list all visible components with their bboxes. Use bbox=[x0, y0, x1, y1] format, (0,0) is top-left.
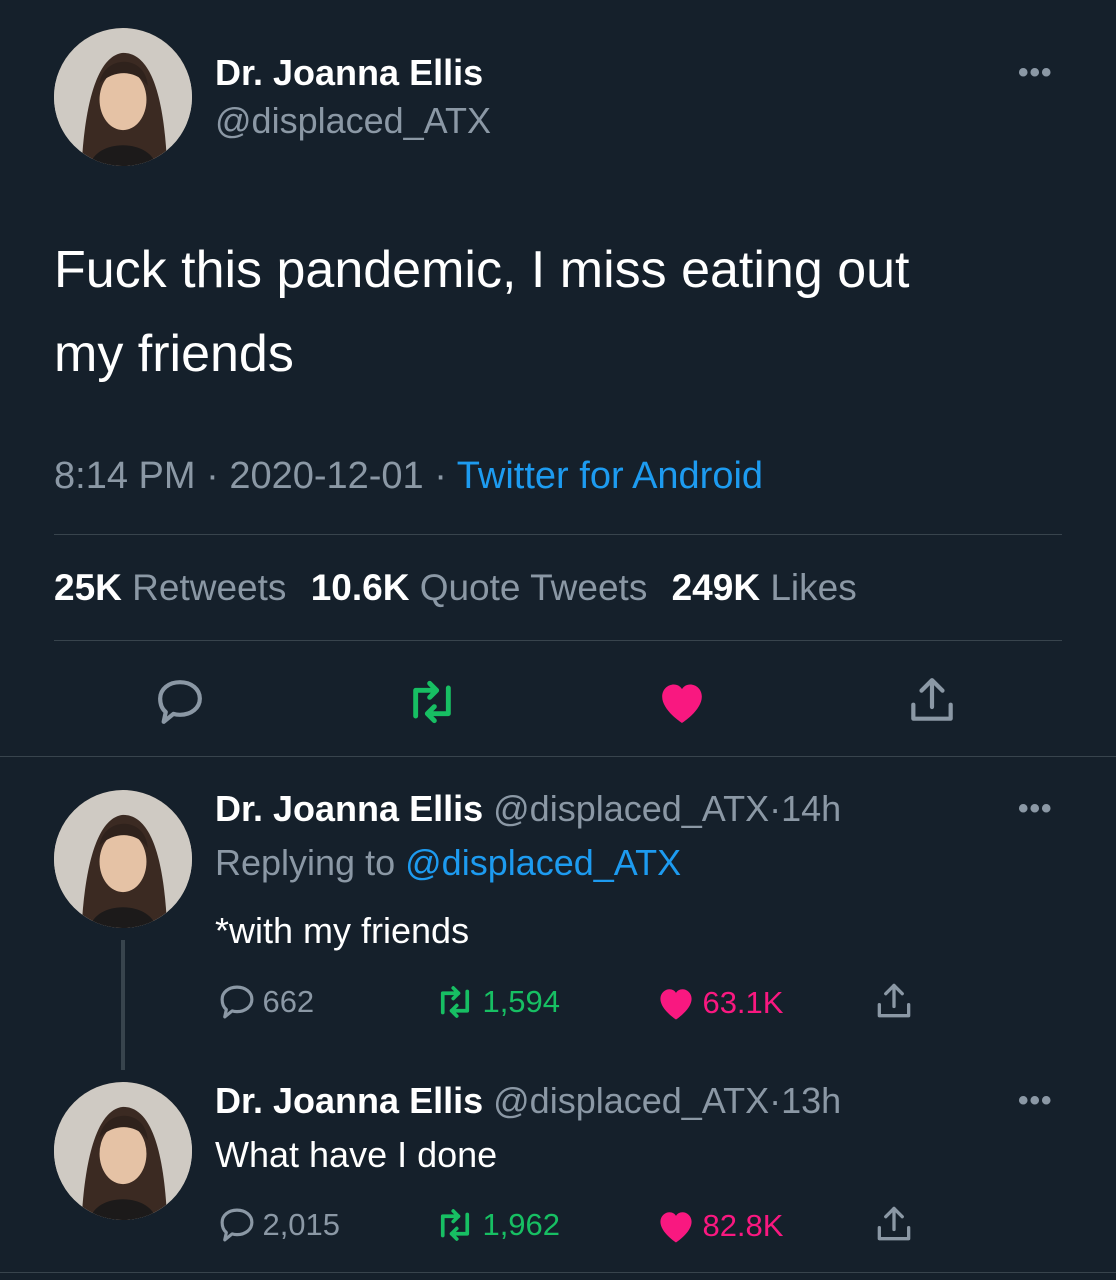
retweet-action[interactable]: 1,594 bbox=[432, 981, 560, 1023]
retweets-count: 25K bbox=[54, 567, 122, 608]
reply-header: Dr. Joanna Ellis @displaced_ATX·14h bbox=[215, 788, 841, 830]
like-count: 82.8K bbox=[702, 1208, 784, 1243]
retweets-label: Retweets bbox=[132, 567, 287, 608]
retweets-stat[interactable]: 25K Retweets bbox=[54, 567, 286, 608]
like-action[interactable]: 82.8K bbox=[654, 1204, 783, 1248]
reply-icon[interactable] bbox=[152, 674, 208, 730]
avatar[interactable] bbox=[54, 28, 192, 166]
tweet-date[interactable]: 2020-12-01 bbox=[229, 455, 423, 497]
author-handle[interactable]: @displaced_ATX bbox=[215, 100, 491, 142]
meta-separator: · bbox=[769, 788, 782, 829]
replying-label: Replying to bbox=[215, 842, 396, 883]
retweet-icon bbox=[440, 1209, 470, 1241]
reply-actions: 662 1,594 63.1K bbox=[216, 979, 956, 1025]
avatar[interactable] bbox=[54, 1082, 192, 1220]
retweet-count: 1,962 bbox=[482, 1207, 561, 1242]
reply-icon bbox=[220, 1208, 254, 1242]
like-action[interactable]: 63.1K bbox=[654, 981, 783, 1025]
reply-time[interactable]: 14h bbox=[781, 788, 841, 829]
retweet-icon bbox=[440, 986, 470, 1018]
retweet-count: 1,594 bbox=[482, 984, 561, 1019]
author-name[interactable]: Dr. Joanna Ellis bbox=[215, 1080, 483, 1121]
author-name[interactable]: Dr. Joanna Ellis bbox=[215, 52, 483, 94]
more-icon[interactable]: ••• bbox=[1018, 56, 1053, 90]
meta-separator: · bbox=[769, 1080, 782, 1121]
quotes-label: Quote Tweets bbox=[419, 567, 648, 608]
tweet-source[interactable]: Twitter for Android bbox=[457, 455, 763, 497]
retweet-action[interactable]: 1,962 bbox=[432, 1204, 560, 1246]
reply-text: What have I done bbox=[215, 1134, 498, 1175]
like-icon bbox=[660, 989, 692, 1020]
divider bbox=[0, 1272, 1116, 1273]
retweet-icon[interactable] bbox=[402, 674, 462, 730]
tweet-text-line: my friends bbox=[54, 325, 294, 383]
share-icon[interactable] bbox=[904, 672, 960, 728]
like-icon[interactable] bbox=[654, 674, 710, 730]
divider bbox=[54, 640, 1062, 641]
more-icon[interactable]: ••• bbox=[1018, 1084, 1053, 1118]
share-icon[interactable] bbox=[872, 979, 916, 1028]
likes-count: 249K bbox=[671, 567, 761, 608]
thread-line bbox=[121, 940, 125, 1070]
replying-to: Replying to @displaced_ATX bbox=[215, 842, 681, 884]
reply-count: 2,015 bbox=[262, 1207, 341, 1242]
avatar[interactable] bbox=[54, 790, 192, 928]
divider bbox=[0, 756, 1116, 757]
tweet-text: Fuck this pandemic, I miss eating out my… bbox=[54, 228, 910, 396]
author-handle[interactable]: @displaced_ATX bbox=[493, 1080, 769, 1121]
meta-separator: · bbox=[206, 455, 219, 497]
quotes-count: 10.6K bbox=[310, 567, 410, 608]
meta-separator: · bbox=[434, 455, 447, 497]
quotes-stat[interactable]: 10.6K Quote Tweets bbox=[311, 567, 648, 608]
replying-handle[interactable]: @displaced_ATX bbox=[405, 842, 681, 883]
tweet-text-line: Fuck this pandemic, I miss eating out bbox=[54, 241, 910, 299]
share-icon[interactable] bbox=[872, 1202, 916, 1251]
likes-label: Likes bbox=[770, 567, 857, 608]
reply-actions: 2,015 1,962 82.8K bbox=[216, 1202, 956, 1248]
reply-action[interactable]: 662 bbox=[216, 981, 314, 1023]
reply-text: *with my friends bbox=[215, 910, 470, 951]
tweet-stats: 25K Retweets 10.6K Quote Tweets 249K Lik… bbox=[54, 567, 857, 609]
reply-count: 662 bbox=[262, 984, 315, 1019]
author-handle[interactable]: @displaced_ATX bbox=[493, 788, 769, 829]
reply-action[interactable]: 2,015 bbox=[216, 1204, 340, 1246]
reply-icon bbox=[220, 985, 254, 1019]
tweet-time[interactable]: 8:14 PM bbox=[54, 455, 196, 497]
more-icon[interactable]: ••• bbox=[1018, 792, 1053, 826]
like-icon bbox=[660, 1212, 692, 1243]
reply-header: Dr. Joanna Ellis @displaced_ATX·13h bbox=[215, 1080, 841, 1122]
reply-time[interactable]: 13h bbox=[781, 1080, 841, 1121]
tweet-meta: 8:14 PM · 2020-12-01 · Twitter for Andro… bbox=[54, 455, 763, 498]
author-name[interactable]: Dr. Joanna Ellis bbox=[215, 788, 483, 829]
like-count: 63.1K bbox=[702, 985, 784, 1020]
divider bbox=[54, 534, 1062, 535]
likes-stat[interactable]: 249K Likes bbox=[672, 567, 857, 608]
